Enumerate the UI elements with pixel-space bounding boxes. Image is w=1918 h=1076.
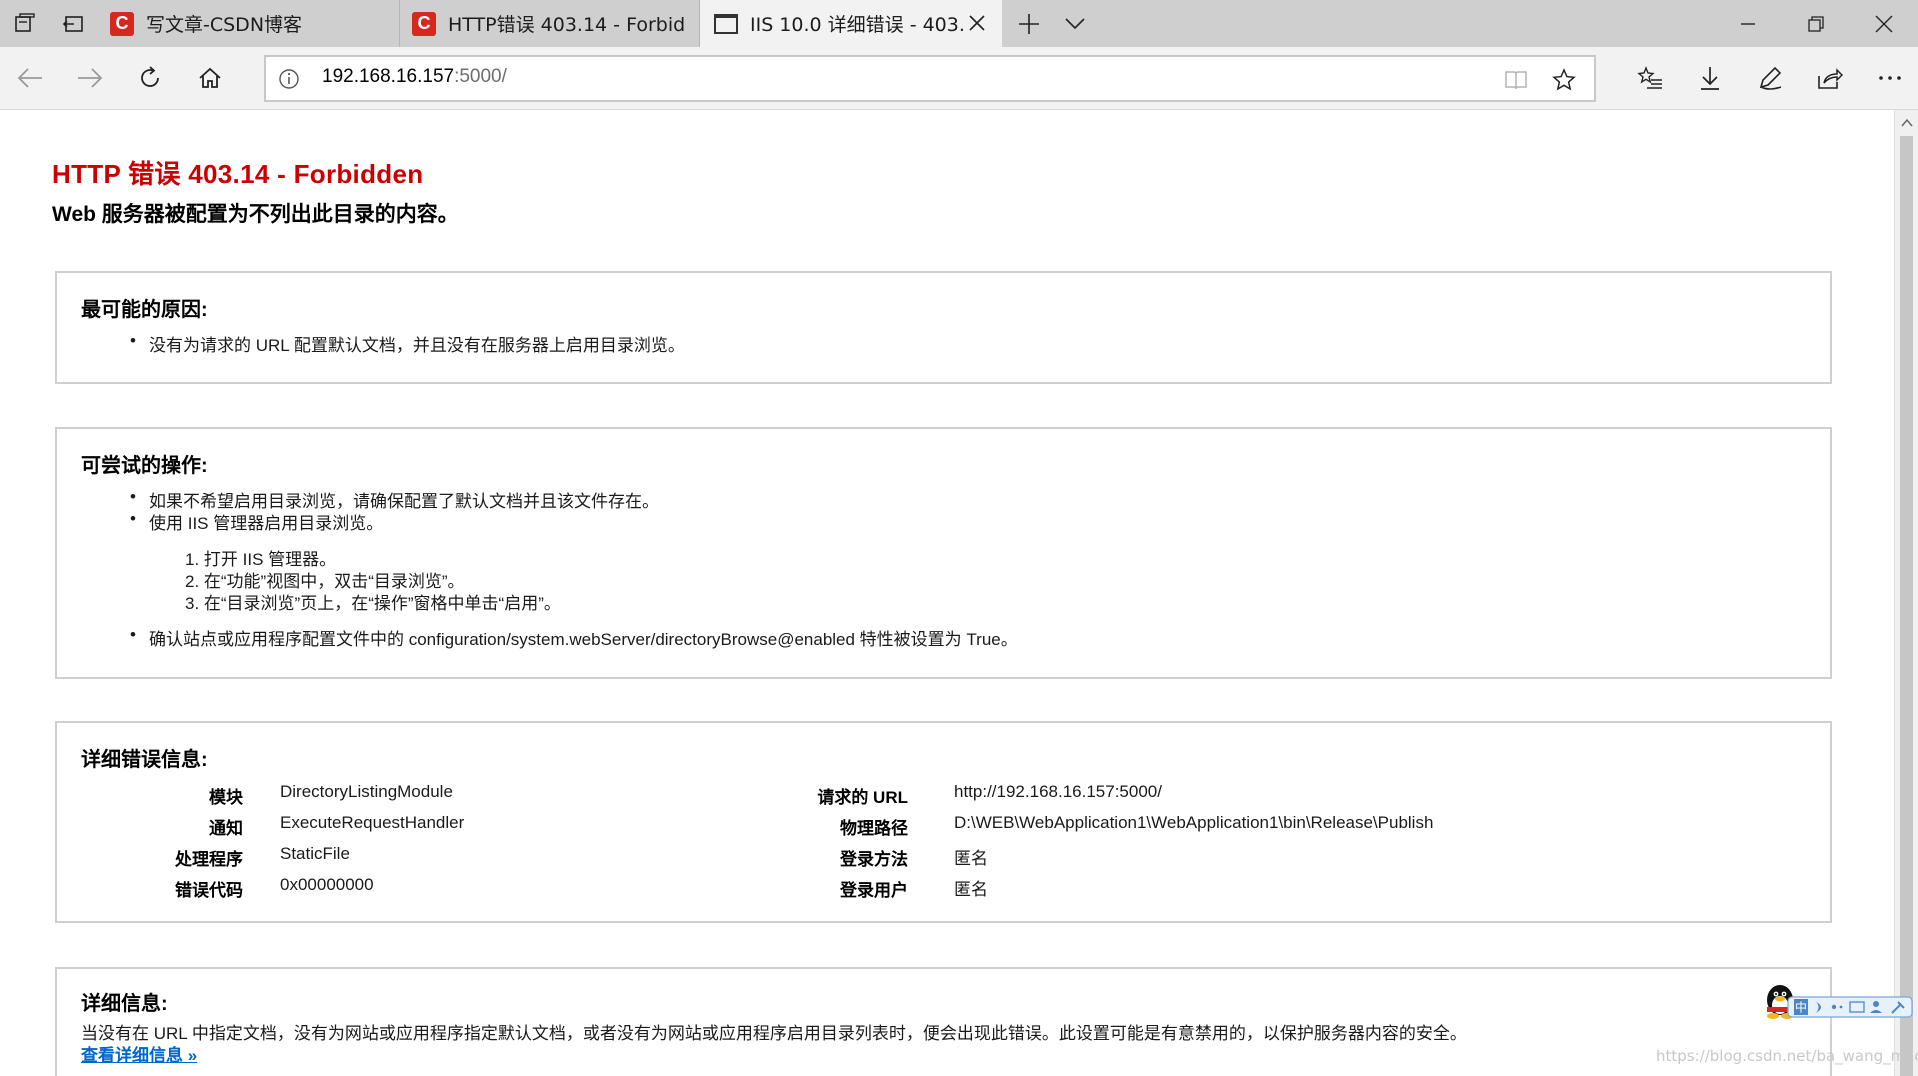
csdn-logo-icon: C [412,11,436,36]
restore-icon [1808,15,1824,32]
page-subtitle: Web 服务器被配置为不列出此目录的内容。 [52,203,459,226]
details-heading: 详细错误信息: [81,749,208,771]
detail-value: DirectoryListingModule [280,782,453,801]
restore-button[interactable] [1782,0,1850,47]
scroll-up-icon[interactable] [1900,116,1914,130]
action-step: 3. 在“目录浏览”页上，在“操作”窗格中单击“启用”。 [185,594,561,613]
detail-label: 错误代码 [175,881,243,900]
detail-value: D:\WEB\WebApplication1\WebApplication1\b… [954,813,1434,832]
address-text[interactable]: 192.168.16.157:5000/ [322,66,507,88]
tab-preview-icon [15,12,35,32]
pen-icon [1759,66,1782,90]
cause-box: 最可能的原因: 没有为请求的 URL 配置默认文档，并且没有在服务器上启用目录浏… [55,271,1832,384]
tab-csdn-write[interactable]: C 写文章-CSDN博客 [98,0,400,47]
minimize-icon [1741,22,1755,25]
minimize-button[interactable] [1714,0,1782,47]
new-tab-button[interactable] [1006,0,1052,47]
more-button[interactable] [1866,54,1914,102]
vertical-scrollbar[interactable] [1894,110,1918,1076]
pen-notes-button[interactable] [1746,54,1794,102]
page-icon [714,13,738,34]
set-tabs-aside-icon [62,15,83,32]
back-button[interactable] [6,54,54,102]
refresh-button[interactable] [126,54,174,102]
tab-http-error[interactable]: C HTTP错误 403.14 - Forbidde [400,0,700,47]
favorites-hub-button[interactable] [1626,54,1674,102]
more-info-link[interactable]: 查看详细信息 » [81,1041,197,1066]
detail-value: ExecuteRequestHandler [280,813,465,832]
more-icon [1879,76,1901,80]
detail-label: 模块 [209,788,243,807]
more-info-text: 当没有在 URL 中指定文档，没有为网站或应用程序指定默认文档，或者没有为网站或… [81,1024,1467,1043]
cause-item: 没有为请求的 URL 配置默认文档，并且没有在服务器上启用目录浏览。 [130,331,685,356]
tab-iis-error[interactable]: IIS 10.0 详细错误 - 403. [700,0,1002,47]
detail-value: 匿名 [954,880,988,899]
set-tabs-aside-button[interactable] [50,0,96,47]
home-icon [199,67,221,88]
detail-label: 物理路径 [840,819,908,838]
forward-button[interactable] [66,54,114,102]
downloads-button[interactable] [1686,54,1734,102]
tab-list-icon [1065,17,1085,29]
downloads-icon [1701,67,1719,90]
close-icon [1875,15,1893,32]
detail-label: 通知 [209,819,243,838]
svg-text:中: 中 [1795,1000,1807,1015]
detail-value: 0x00000000 [280,875,374,894]
more-info-heading: 详细信息: [81,993,168,1015]
cause-heading: 最可能的原因: [81,299,208,321]
tab-title: IIS 10.0 详细错误 - 403. [750,14,965,36]
reading-view-button[interactable] [1502,66,1530,94]
url-host: 192.168.16.157 [322,66,455,87]
details-box: 详细错误信息: 模块 DirectoryListingModule 通知 Exe… [55,721,1832,923]
address-bar[interactable]: 192.168.16.157:5000/ [264,55,1596,102]
detail-label: 处理程序 [175,850,243,869]
share-icon [1818,68,1843,89]
tab-title: 写文章-CSDN博客 [146,14,303,36]
detail-label: 登录方法 [840,850,908,869]
close-icon [969,15,985,31]
actions-heading: 可尝试的操作: [81,455,208,477]
detail-label: 请求的 URL [817,788,908,807]
qq-penguin-icon: 中 [1767,985,1913,1019]
action-item: 使用 IIS 管理器启用目录浏览。 [130,509,383,534]
tab-title: HTTP错误 403.14 - Forbidde [448,14,684,36]
home-button[interactable] [186,54,234,102]
page-title: HTTP 错误 403.14 - Forbidden [52,159,424,189]
detail-label: 登录用户 [840,881,908,900]
reading-view-icon [1505,71,1527,90]
detail-value: StaticFile [280,844,350,863]
back-icon [17,68,42,88]
page-content: HTTP 错误 403.14 - Forbidden Web 服务器被配置为不列… [0,110,1894,1076]
action-item: 确认站点或应用程序配置文件中的 configuration/system.web… [130,625,1018,650]
navigation-bar: 192.168.16.157:5000/ [0,47,1918,110]
detail-value: http://192.168.16.157:5000/ [954,782,1162,801]
favorite-star-icon [1552,68,1576,91]
url-rest: :5000/ [454,66,507,87]
close-window-button[interactable] [1850,0,1918,47]
scrollbar-thumb[interactable] [1900,136,1913,1076]
new-tab-icon [1019,13,1039,34]
watermark-text: https://blog.csdn.net/ba_wang_mao [1656,1047,1918,1065]
detail-value: 匿名 [954,849,988,868]
favorites-hub-icon [1637,66,1662,89]
tab-bar: C 写文章-CSDN博客 C HTTP错误 403.14 - Forbidde … [0,0,1918,47]
add-favorite-button[interactable] [1550,66,1578,94]
share-button[interactable] [1806,54,1854,102]
tab-list-button[interactable] [1052,0,1098,47]
refresh-icon [141,66,159,87]
csdn-logo-icon: C [110,11,134,36]
close-tab-button[interactable] [964,10,990,36]
forward-icon [78,68,103,88]
more-info-box: 详细信息: 当没有在 URL 中指定文档，没有为网站或应用程序指定默认文档，或者… [55,967,1832,1076]
actions-box: 可尝试的操作: 如果不希望启用目录浏览，请确保配置了默认文档并且该文件存在。 使… [55,427,1832,679]
ime-toolbar[interactable]: 中 [1764,983,1914,1023]
site-info-icon[interactable] [278,68,300,90]
tab-preview-button[interactable] [2,0,48,47]
